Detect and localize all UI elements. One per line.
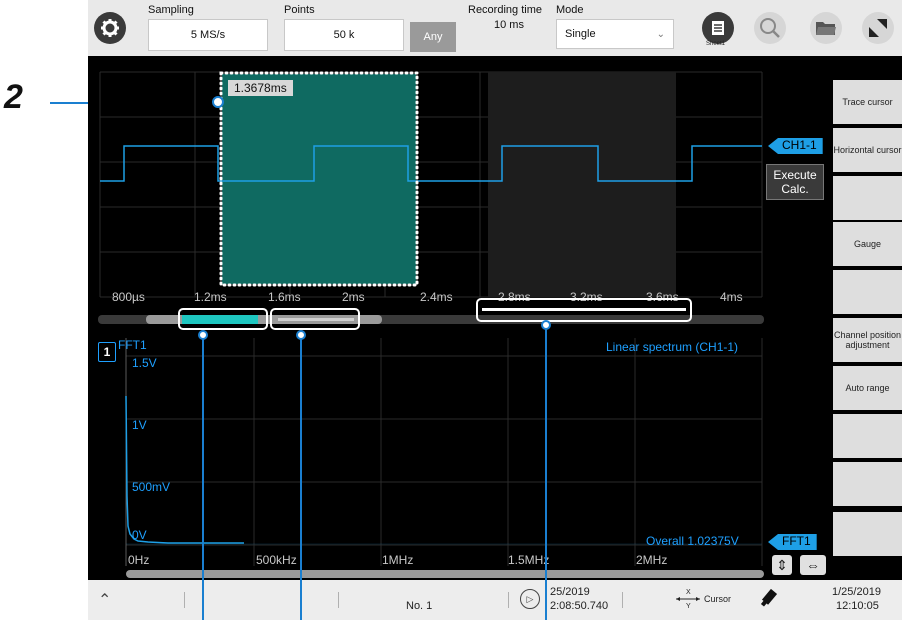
folder-icon: [816, 22, 836, 35]
fft-overall-value: Overall 1.02375V: [646, 534, 739, 548]
sampling-field[interactable]: 5 MS/s: [148, 19, 268, 51]
right-panel-button[interactable]: Gauge: [833, 222, 902, 266]
callout-dot-view: [296, 330, 306, 340]
fft-sheet-badge[interactable]: 1: [98, 342, 116, 362]
fullscreen-button[interactable]: [862, 12, 894, 44]
status-separator: [508, 592, 509, 608]
fft-channel-tag[interactable]: FFT1: [768, 534, 817, 550]
horizontal-resize-button[interactable]: ⇔: [800, 555, 826, 575]
callout-number: 2: [4, 78, 23, 116]
mode-label: Mode: [556, 4, 584, 16]
top-toolbar: Sampling 5 MS/s Points 50 k Any Recordin…: [88, 0, 902, 56]
expand-icon: [869, 19, 887, 37]
waveform-x-tick: 800µs: [112, 290, 145, 304]
fft-x-tick: 500kHz: [256, 553, 297, 567]
clock-date: 1/25/2019: [832, 586, 881, 598]
horizontal-arrows-icon: ⇔: [806, 557, 820, 573]
right-panel-button[interactable]: [833, 270, 902, 314]
chevron-up-icon[interactable]: ⌃: [98, 590, 111, 610]
callout-line-calc: [545, 326, 547, 620]
callout-line-view: [300, 336, 302, 620]
waveform-x-tick: 2.4ms: [420, 290, 453, 304]
fft-x-tick: 0Hz: [128, 553, 150, 567]
svg-text:Y: Y: [686, 603, 691, 610]
highlight-view-indicator: [270, 308, 360, 330]
zoom-corner-callout-dot: [212, 96, 224, 108]
vertical-resize-button[interactable]: ⇕: [772, 555, 792, 575]
zoom-time-label: 1.3678ms: [228, 80, 293, 96]
recording-time-value: 10 ms: [494, 19, 524, 31]
any-button[interactable]: Any: [410, 22, 456, 52]
trigger-time: 2:08:50.740: [550, 600, 609, 612]
fft-x-tick: 1MHz: [382, 553, 414, 567]
fft-x-tick: 1.5MHz: [508, 553, 550, 567]
open-folder-button[interactable]: [810, 12, 842, 44]
mode-select[interactable]: Single ⌄: [556, 19, 674, 49]
fft-y-tick: 0V: [132, 528, 147, 542]
waveform-x-tick: 4ms: [720, 290, 743, 304]
sampling-label: Sampling: [148, 4, 194, 16]
usb-drive-icon[interactable]: [758, 588, 780, 613]
fft-name: FFT1: [118, 338, 147, 352]
cursor-xy-icon[interactable]: X Y: [674, 588, 702, 615]
points-label: Points: [284, 4, 315, 16]
callout-dot-calc: [541, 320, 551, 330]
sheet-icon: [712, 21, 724, 35]
status-separator: [338, 592, 339, 608]
trigger-date: 25/2019: [550, 586, 590, 598]
fft-scrollbar-track[interactable]: [126, 570, 764, 578]
right-panel-button[interactable]: Trace cursor: [833, 80, 902, 124]
chevron-down-icon: ⌄: [656, 28, 665, 40]
svg-text:X: X: [686, 589, 691, 596]
fft-x-tick: 2MHz: [636, 553, 668, 567]
fft-y-tick: 1.5V: [132, 356, 157, 370]
right-panel-button[interactable]: Channel position adjustment: [833, 318, 902, 362]
fft-grid: [126, 338, 763, 566]
right-panel-button[interactable]: [833, 176, 902, 220]
zoom-selection-area[interactable]: [222, 74, 416, 284]
status-separator: [622, 592, 623, 608]
fft-y-tick: 1V: [132, 418, 147, 432]
callout-line-zoom: [202, 336, 204, 620]
vertical-arrows-icon: ⇕: [776, 556, 788, 573]
right-panel-button[interactable]: Auto range: [833, 366, 902, 410]
gear-icon: [101, 19, 119, 37]
ch1-channel-tag[interactable]: CH1-1: [768, 138, 823, 154]
sheet-label: Sheet1: [706, 41, 726, 47]
waveform-x-tick: 2ms: [342, 290, 365, 304]
cursor-label: Cursor: [704, 594, 732, 604]
search-icon: [760, 18, 780, 38]
calculation-range-shade: [488, 72, 676, 297]
instrument-screen: Sampling 5 MS/s Points 50 k Any Recordin…: [88, 0, 902, 620]
waveform-x-tick: 1.2ms: [194, 290, 227, 304]
search-button[interactable]: [754, 12, 786, 44]
fft-y-tick: 500mV: [132, 480, 171, 494]
settings-gear-button[interactable]: [94, 12, 126, 44]
waveform-x-tick: 1.6ms: [268, 290, 301, 304]
right-function-panel: Trace cursor Horizontal cursor Gauge Channe…: [831, 56, 902, 580]
clock-time: 12:10:05: [836, 600, 879, 612]
right-panel-button[interactable]: Horizontal cursor: [833, 128, 902, 172]
status-bar: ⌃ No. 1 ▷ 25/2019 2:08:50.740 X Y Cursor…: [88, 580, 902, 620]
right-panel-button[interactable]: [833, 414, 902, 458]
file-number: No. 1: [406, 600, 433, 612]
recording-time-label: Recording time: [468, 4, 542, 16]
mode-select-value: Single: [565, 28, 596, 40]
right-panel-button[interactable]: [833, 462, 902, 506]
callout-dot-zoom: [198, 330, 208, 340]
fft-title: Linear spectrum (CH1-1): [606, 340, 739, 354]
sheet-button[interactable]: [702, 12, 734, 44]
highlight-calc-indicator: [476, 298, 692, 322]
status-separator: [184, 592, 185, 608]
points-field[interactable]: 50 k: [284, 19, 404, 51]
execute-calc-button[interactable]: Execute Calc.: [766, 164, 824, 200]
right-panel-button[interactable]: [833, 512, 902, 556]
highlight-zoom-indicator: [178, 308, 268, 330]
trigger-play-icon[interactable]: ▷: [520, 589, 540, 609]
